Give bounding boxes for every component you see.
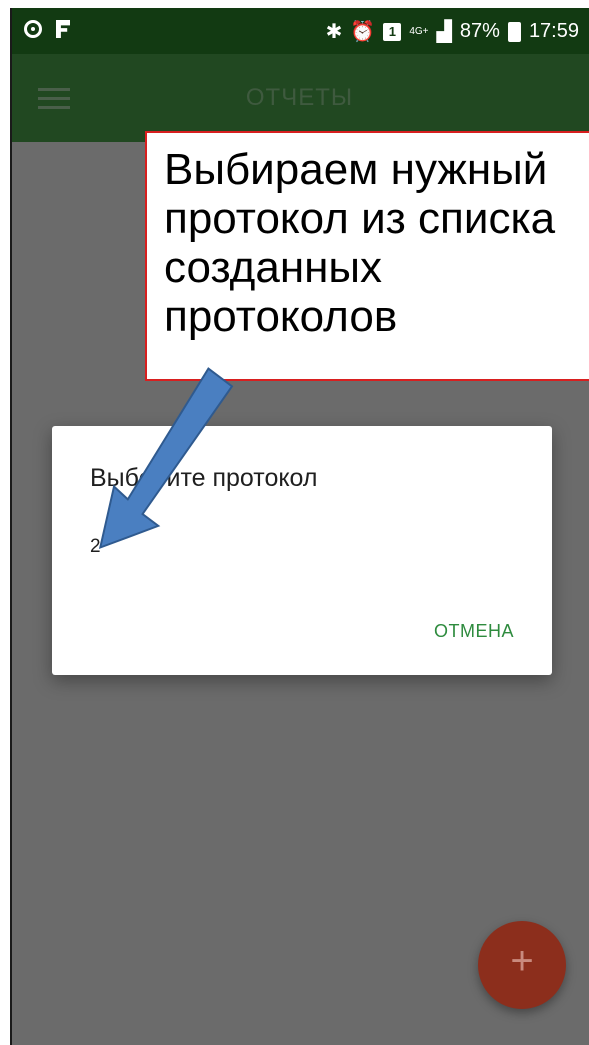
battery-percent: 87% — [459, 20, 500, 42]
app-bar: ОТЧЕТЫ — [10, 54, 589, 142]
protocol-list-item[interactable]: 2 — [90, 536, 141, 558]
flag-icon — [56, 20, 70, 38]
add-button[interactable]: + — [478, 921, 566, 1009]
screenshot-frame: ✱ ⏰ 1 4G+ ▟ 87% 17:59 ОТЧЕТЫ Выберите пр… — [0, 0, 589, 1045]
select-protocol-dialog: Выберите протокол 2 ОТМЕНА — [52, 426, 552, 675]
annotation-text: Выбираем нужный протокол из списка созда… — [164, 145, 556, 341]
alarm-icon: ⏰ — [350, 21, 376, 43]
bluetooth-icon: ✱ — [325, 21, 343, 43]
cancel-button[interactable]: ОТМЕНА — [434, 621, 514, 642]
dialog-title: Выберите протокол — [90, 464, 318, 492]
annotation-callout: Выбираем нужный протокол из списка созда… — [145, 131, 589, 381]
notification-box-icon: 1 — [383, 22, 402, 41]
clock: 17:59 — [528, 20, 579, 42]
wifi-call-icon — [24, 20, 42, 38]
app-title: ОТЧЕТЫ — [245, 84, 354, 111]
signal-icon: ▟ — [436, 21, 452, 43]
network-type: 4G+ — [409, 26, 429, 37]
status-left-icons — [24, 20, 70, 38]
status-right-icons: ✱ ⏰ 1 4G+ ▟ 87% 17:59 — [326, 19, 579, 44]
status-bar: ✱ ⏰ 1 4G+ ▟ 87% 17:59 — [10, 8, 589, 54]
plus-icon: + — [510, 939, 534, 983]
battery-icon — [507, 21, 521, 42]
